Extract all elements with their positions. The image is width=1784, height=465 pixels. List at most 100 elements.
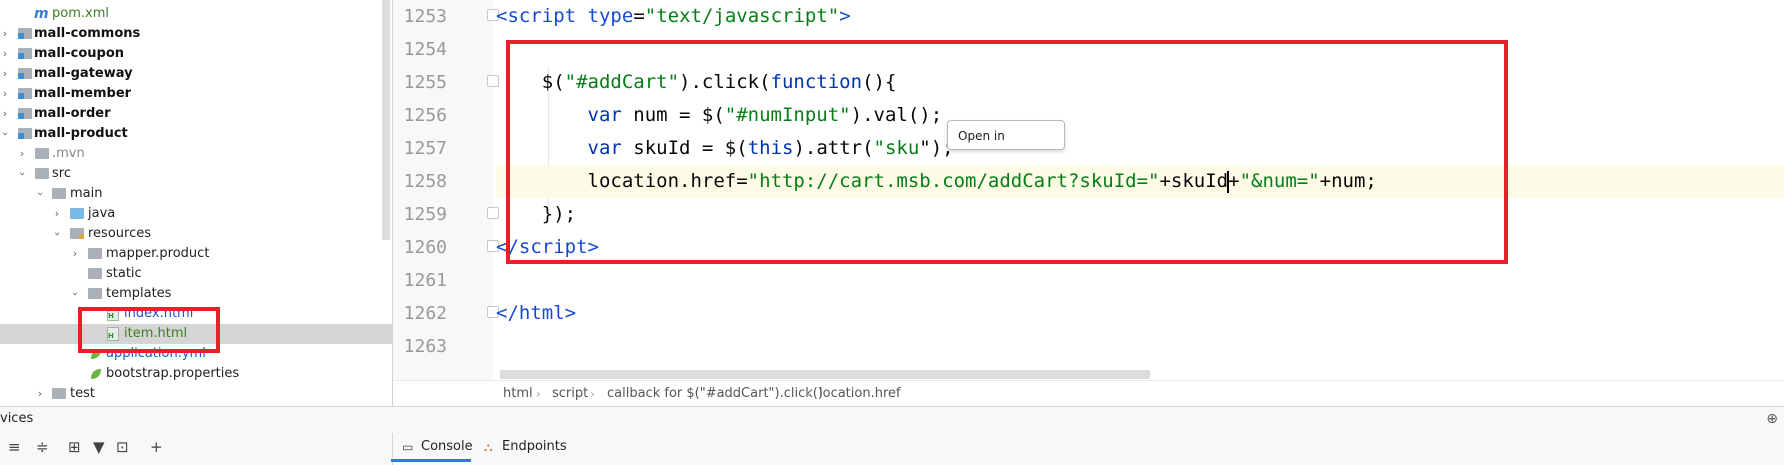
tree-item-pom-xml[interactable]: m pom.xml [0, 4, 392, 24]
spring-leaf-icon [91, 369, 101, 379]
tree-item-label: main [70, 186, 103, 201]
tree-item-static[interactable]: static [0, 264, 392, 284]
tree-item-label: mall-commons [34, 26, 141, 41]
chevron-down-icon[interactable]: › [30, 188, 50, 200]
console-icon: ▭ [402, 440, 414, 454]
code-line[interactable] [496, 264, 1784, 297]
chevron-right-icon[interactable]: › [16, 144, 28, 164]
open-in-label[interactable]: Open in [958, 129, 1005, 143]
tree-item-mall-product[interactable]: › mall-product [0, 124, 392, 144]
code-token: type [587, 5, 634, 27]
code-token: </ [496, 302, 519, 324]
new-tab-icon[interactable]: ⊡ [116, 437, 129, 457]
tree-item-mall-gateway[interactable]: › mall-gateway [0, 64, 392, 84]
chevron-down-icon[interactable]: › [12, 168, 32, 180]
line-number: 1258 [403, 171, 447, 192]
module-folder-icon [18, 28, 32, 39]
folder-icon [52, 388, 66, 399]
group-by-icon[interactable]: ⊞ [68, 437, 81, 457]
line-number: 1257 [403, 138, 447, 159]
tab-endpoints[interactable]: Endpoints [502, 437, 567, 457]
tree-item-label: mall-product [34, 126, 128, 141]
chevron-right-icon[interactable]: › [0, 64, 11, 84]
maven-icon: m [34, 6, 49, 22]
settings-icon[interactable]: ⊕ [1766, 411, 1778, 427]
tree-item-label: mall-order [34, 106, 111, 121]
tree-item-mall-order[interactable]: › mall-order [0, 104, 392, 124]
tree-item-label: mall-coupon [34, 46, 125, 61]
tree-item-mall-member[interactable]: › mall-member [0, 84, 392, 104]
module-folder-icon [18, 68, 32, 79]
tree-item-main[interactable]: › main [0, 184, 392, 204]
chevron-down-icon[interactable]: › [65, 288, 85, 300]
tab-console[interactable]: Console [421, 437, 473, 457]
tree-item-label: templates [106, 286, 172, 301]
folder-icon [52, 188, 66, 199]
line-number: 1254 [403, 39, 447, 60]
breadcrumb-item[interactable]: html [503, 381, 533, 407]
code-line[interactable]: <script type="text/javascript"> [496, 0, 1784, 33]
tree-item-resources[interactable]: › resources [0, 224, 392, 244]
tree-item-test[interactable]: › test [0, 384, 392, 404]
tree-item-label: pom.xml [52, 6, 109, 21]
chevron-right-icon[interactable]: › [51, 204, 63, 224]
folder-icon [88, 288, 102, 299]
chevron-right-icon[interactable]: › [34, 384, 46, 404]
folder-icon [35, 168, 49, 179]
module-folder-icon [18, 128, 32, 139]
editor-horizontal-scrollbar[interactable] [500, 370, 1150, 379]
filter-icon[interactable]: ▼ [93, 437, 105, 457]
chevron-right-icon[interactable]: › [0, 44, 11, 64]
source-folder-icon [70, 208, 84, 219]
folder-icon [88, 248, 102, 259]
breadcrumb: html › script › callback for $("#addCart… [393, 380, 1784, 407]
code-line[interactable] [496, 330, 1784, 363]
tree-item-java[interactable]: › java [0, 204, 392, 224]
tree-item-mapper-product[interactable]: › mapper.product [0, 244, 392, 264]
tree-item-templates[interactable]: › templates [0, 284, 392, 304]
line-number: 1262 [403, 303, 447, 324]
tree-item-label: resources [88, 226, 152, 241]
open-in-popup[interactable]: Open in [947, 120, 1065, 150]
tree-scrollbar[interactable] [382, 0, 390, 240]
code-token: = [633, 5, 645, 27]
chevron-down-icon[interactable]: › [0, 128, 15, 140]
code-token: > [564, 302, 577, 324]
tree-item-label: .mvn [52, 146, 85, 161]
expand-all-icon[interactable]: ≡ [8, 437, 21, 457]
tree-item-label: mall-member [34, 86, 132, 101]
breadcrumb-separator: › [590, 387, 595, 401]
code-token: html [518, 302, 565, 324]
breadcrumb-item[interactable]: location.href [819, 381, 901, 407]
chevron-right-icon[interactable]: › [0, 104, 11, 124]
breadcrumb-separator: › [806, 387, 811, 401]
tree-item-label: bootstrap.properties [106, 366, 240, 381]
code-line[interactable]: </html> [496, 297, 1784, 330]
annotation-highlight-box [506, 40, 1508, 264]
annotation-highlight-box [78, 307, 220, 353]
tool-window-title: vices [0, 411, 34, 426]
tree-item-mvn[interactable]: › .mvn [0, 144, 392, 164]
line-number: 1256 [403, 105, 447, 126]
chevron-right-icon[interactable]: › [0, 24, 11, 44]
tree-item-label: test [70, 386, 95, 401]
collapse-all-icon[interactable]: ≑ [36, 437, 49, 457]
chevron-right-icon[interactable]: › [69, 244, 81, 264]
tree-item-label: java [88, 206, 116, 221]
tree-item-bootstrap-properties[interactable]: bootstrap.properties [0, 364, 392, 384]
add-service-icon[interactable]: + [150, 437, 163, 457]
chevron-right-icon[interactable]: › [0, 84, 11, 104]
tree-item-label: src [52, 166, 71, 181]
chevron-down-icon[interactable]: › [47, 228, 67, 240]
breadcrumb-item[interactable]: script [552, 381, 588, 407]
resources-folder-icon [70, 228, 84, 239]
module-folder-icon [18, 108, 32, 119]
tree-item-src[interactable]: › src [0, 164, 392, 184]
line-number: 1253 [403, 6, 447, 27]
tree-item-mall-commons[interactable]: › mall-commons [0, 24, 392, 44]
tree-item-mall-coupon[interactable]: › mall-coupon [0, 44, 392, 64]
tree-item-label: static [106, 266, 142, 281]
breadcrumb-item[interactable]: callback for $("#addCart").click() [607, 381, 823, 407]
code-token: "text/javascript" [644, 5, 840, 27]
